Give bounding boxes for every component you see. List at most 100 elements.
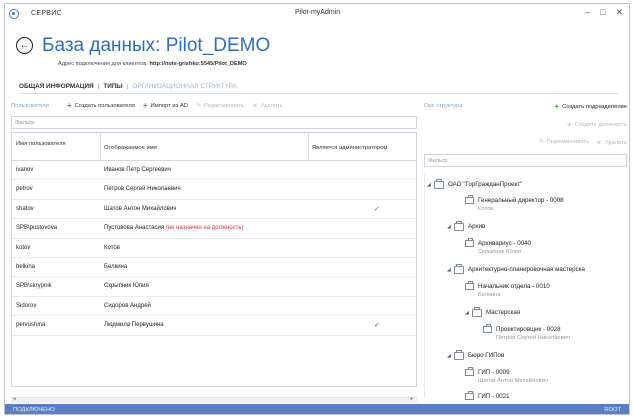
current-user: ROOT (604, 407, 621, 413)
menu-service[interactable]: СЕРВИС (31, 10, 62, 17)
cell-login: belkina (16, 263, 36, 270)
tab-org-structure[interactable]: ОРГАНИЗАЦИОННАЯ СТРУКТУРА (132, 83, 240, 90)
expand-triangle-icon[interactable]: ◢ (447, 267, 454, 273)
position-icon (465, 281, 474, 290)
tree-node[interactable]: ГИП - 0021 (465, 391, 510, 400)
department-folder-icon (454, 221, 464, 231)
cell-display-name: Иванов Петр Сергеевич (104, 167, 171, 173)
tree-node[interactable]: Генеральный директор - 0008 Котов (465, 195, 564, 212)
rename-label: Переименовать (546, 139, 590, 145)
pencil-icon: ✎ (538, 139, 544, 145)
title-bar: СЕРВИС Pilot-myAdmin ‒ □ ✕ (5, 4, 629, 23)
horizontal-scrollbar[interactable]: ◂ ▸ (11, 396, 417, 403)
column-header-display-name[interactable]: Отображаемое имя (104, 145, 157, 151)
tree-node[interactable]: Архивариус - 0040 Скрыпник Юлия (465, 238, 531, 255)
display-name: Котов (104, 244, 120, 251)
org-tree: ◢ ОАО "ГорГражданПроект" Генеральный дире… (424, 173, 629, 400)
tree-node-label: Бюро ГИПов (468, 352, 505, 359)
table-row[interactable]: ivanov Иванов Петр Сергеевич (12, 161, 416, 181)
display-name: Сидоров Андрей (104, 302, 151, 309)
import-ad-label: Импорт из AD (150, 103, 188, 109)
delete-org-button[interactable]: ✕ Удалить (596, 139, 627, 147)
page-header: ← База данных: Pilot_DEMO Адрес подключе… (5, 23, 629, 73)
tab-types[interactable]: ТИПЫ (103, 83, 126, 90)
cell-display-name: Пустовова Анастасия (не назначен на долж… (104, 225, 243, 231)
table-row[interactable]: SPB\skrypnik Скрыпник Юлия (12, 277, 416, 297)
edit-user-button[interactable]: ✎ Редактировать (196, 103, 244, 109)
display-name: Иванов Петр Сергеевич (104, 167, 171, 173)
column-header-admin[interactable]: Является администратором (312, 145, 387, 151)
cell-display-name: Скрыпник Юлия (104, 283, 149, 289)
delete-label: Удалить (260, 103, 283, 109)
delete-icon: ✕ (251, 103, 258, 110)
maximize-icon[interactable]: □ (600, 7, 605, 18)
expand-triangle-icon[interactable]: ◢ (427, 182, 434, 188)
table-row[interactable]: kotov Котов (12, 239, 416, 258)
tree-node-label: Начальник отдела - 0010 (478, 283, 550, 290)
tree-node-person: Белкина (478, 292, 501, 298)
expand-triangle-icon[interactable]: ◢ (465, 310, 472, 316)
app-logo-icon (9, 8, 19, 19)
delete-org-label: Удалить (604, 140, 627, 146)
tree-node-label: Архив (468, 223, 486, 230)
cell-display-name: Шатов Антон Михайлович (104, 206, 176, 212)
create-user-button[interactable]: + Создать пользователя (67, 102, 135, 110)
cell-display-name: Белкина (104, 264, 127, 270)
tree-node[interactable]: ГИП - 0009 Шатов Антон Михайлович (465, 367, 548, 384)
column-header-login[interactable]: Имя пользователя (16, 141, 86, 148)
department-folder-icon (454, 264, 464, 274)
department-folder-icon (454, 350, 464, 360)
rename-button[interactable]: ✎ Переименовать (539, 139, 589, 145)
tree-node-label: Генеральный директор - 0008 (478, 197, 564, 204)
create-position-button[interactable]: + Создать должность (567, 121, 627, 129)
table-row[interactable]: shatov Шатов Антон Михайлович ✓ (12, 200, 416, 220)
users-panel: Пользователи + Создать пользователя + Импо… (11, 99, 417, 399)
tree-node[interactable]: Начальник отдела - 0010 Белкина (465, 281, 550, 298)
tree-node[interactable]: ◢ ОАО "ГорГражданПроект" (427, 179, 523, 189)
create-department-button[interactable]: + Создать подразделение (554, 103, 627, 111)
tree-node[interactable]: ◢ Бюро ГИПов (447, 350, 505, 360)
org-filter-input[interactable]: Фильтр (424, 154, 627, 167)
app-window: СЕРВИС Pilot-myAdmin ‒ □ ✕ ← База данных… (4, 3, 630, 415)
tab-general[interactable]: ОБЩАЯ ИНФОРМАЦИЯ (19, 83, 98, 90)
tree-node-label: Архивариус - 0040 (478, 240, 531, 247)
tree-node[interactable]: ◢ Мастерская (465, 307, 520, 317)
cell-display-name: Петров Сергей Николаевич (104, 186, 181, 192)
display-name: Петров Сергей Николаевич (104, 186, 181, 193)
cell-login: shatov (16, 205, 34, 212)
org-folder-icon (434, 179, 444, 189)
column-divider (100, 133, 101, 161)
tab-divider (19, 93, 619, 94)
table-row[interactable]: petrov Петров Сергей Николаевич (12, 180, 416, 200)
admin-check-icon: ✓ (374, 205, 380, 213)
tree-node[interactable]: ◢ Архив (447, 221, 486, 231)
table-row[interactable]: belkina Белкина (12, 258, 416, 278)
delete-user-button[interactable]: ✕ Удалить (252, 102, 283, 110)
import-ad-button[interactable]: + Импорт из AD (143, 102, 188, 110)
expand-triangle-icon[interactable]: ◢ (447, 353, 454, 359)
tree-node-person: Котов (478, 206, 494, 212)
connection-address: Адрес подключения для клиентов: http://n… (58, 61, 247, 67)
back-arrow-icon[interactable]: ← (16, 37, 33, 54)
tree-node-label: ОАО "ГорГражданПроект" (448, 181, 523, 188)
table-row[interactable]: Sidorov Сидоров Андрей (12, 297, 416, 317)
tree-node[interactable]: Проектировщик - 0028 Петров Сергей Никола… (483, 324, 570, 341)
table-row[interactable]: pervushina Людмила Первушина ✓ (12, 316, 416, 336)
tree-node[interactable]: ◢ Архитектурно-планировочная мастерска (447, 264, 585, 274)
close-icon[interactable]: ✕ (615, 7, 623, 18)
scroll-right-icon[interactable]: ▸ (410, 396, 413, 402)
tree-node-person: Шатов Антон Михайлович (478, 378, 548, 384)
tree-node-person: Петров Сергей Николаевич (496, 335, 570, 341)
scroll-left-icon[interactable]: ◂ (13, 396, 16, 402)
display-name: Белкина (104, 263, 128, 270)
pencil-icon: ✎ (195, 103, 201, 109)
users-filter-input[interactable]: Фильтр (11, 116, 417, 129)
minimize-icon[interactable]: ‒ (585, 7, 590, 18)
users-toolbar: Пользователи + Создать пользователя + Импо… (11, 99, 417, 113)
create-position-label: Создать должность (574, 122, 627, 128)
display-name: Скрыпник Юлия (104, 283, 149, 290)
cell-login: Sidorov (16, 302, 37, 309)
table-row[interactable]: SPB\pustovova Пустовова Анастасия (не наз… (12, 219, 416, 239)
expand-triangle-icon[interactable]: ◢ (447, 224, 454, 230)
address-value[interactable]: http://note-grishko:5545/Pilot_DEMO (149, 61, 246, 67)
